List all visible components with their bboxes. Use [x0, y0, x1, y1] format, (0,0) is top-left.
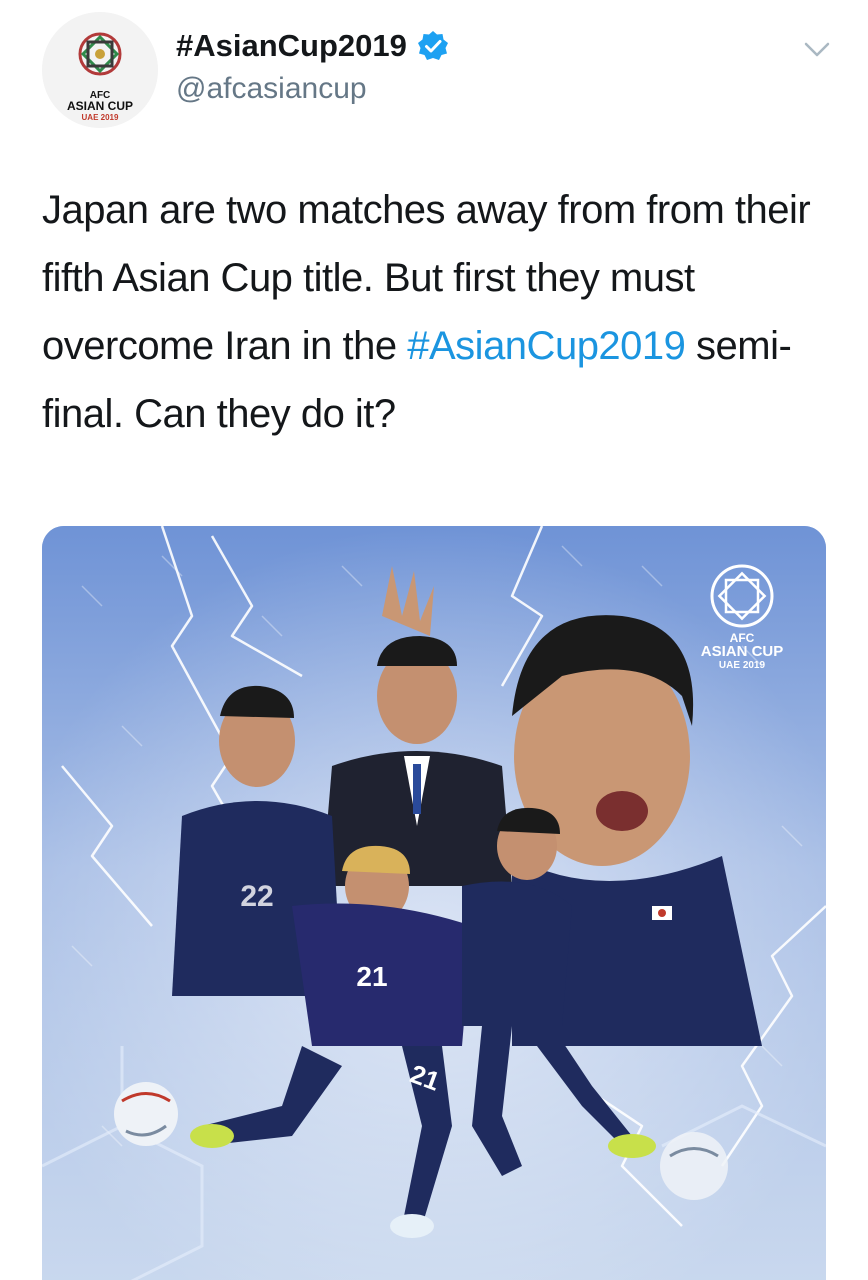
account-handle[interactable]: @afcasiancup [176, 72, 367, 106]
chevron-down-icon[interactable] [800, 38, 834, 62]
tweet-body: Japan are two matches away from from the… [42, 176, 832, 448]
display-name[interactable]: #AsianCup2019 [176, 28, 449, 64]
svg-text:UAE 2019: UAE 2019 [82, 113, 119, 122]
svg-text:21: 21 [356, 961, 387, 992]
football-left [114, 1082, 178, 1146]
football-right [660, 1132, 728, 1200]
afc-asian-cup-logo: AFC ASIAN CUP UAE 2019 [42, 12, 158, 128]
verified-badge-icon [417, 30, 449, 62]
tweet-media-image[interactable]: AFC ASIAN CUP UAE 2019 22 21 21 [42, 526, 826, 1280]
display-name-text: #AsianCup2019 [176, 28, 407, 63]
japan-team-poster: AFC ASIAN CUP UAE 2019 22 21 21 [42, 526, 826, 1280]
hashtag-link[interactable]: #AsianCup2019 [407, 324, 686, 368]
svg-text:ASIAN CUP: ASIAN CUP [701, 643, 784, 660]
svg-text:ASIAN CUP: ASIAN CUP [67, 99, 133, 113]
profile-avatar[interactable]: AFC ASIAN CUP UAE 2019 [42, 12, 158, 128]
svg-text:UAE 2019: UAE 2019 [719, 660, 766, 671]
tweet-card: AFC ASIAN CUP UAE 2019 #AsianCup2019 @af… [0, 0, 868, 1280]
svg-text:22: 22 [240, 880, 273, 913]
